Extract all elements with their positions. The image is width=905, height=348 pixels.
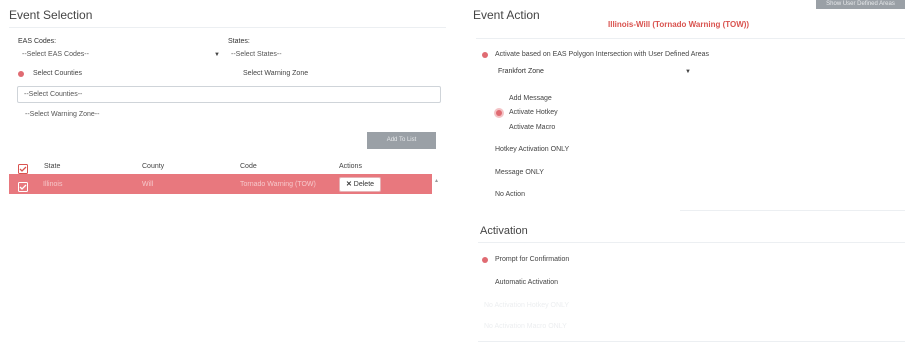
row-checkbox[interactable] bbox=[18, 179, 28, 197]
radio-add-message-label: Add Message bbox=[509, 95, 552, 102]
section-divider bbox=[478, 242, 905, 243]
radio-off-icon bbox=[231, 71, 237, 77]
radio-message-only[interactable]: Message ONLY bbox=[495, 169, 544, 176]
alert-title: Illinois-Will (Tornado Warning (TOW)) bbox=[608, 20, 750, 29]
states-label: States: bbox=[228, 38, 250, 45]
row-state: Illinois bbox=[43, 181, 63, 188]
add-to-list-button[interactable]: Add To List bbox=[367, 132, 436, 149]
radio-polygon-intersection-label: Activate based on EAS Polygon Intersecti… bbox=[495, 51, 710, 58]
eas-codes-label: EAS Codes: bbox=[18, 38, 57, 45]
checkbox-checked-icon bbox=[18, 182, 28, 192]
section-divider bbox=[9, 27, 446, 28]
section-divider bbox=[478, 341, 905, 342]
section-divider bbox=[476, 38, 905, 39]
delete-button[interactable]: ✕ Delete bbox=[339, 177, 381, 192]
zone-select[interactable]: Frankfort Zone ▼ bbox=[498, 68, 693, 78]
radio-no-action[interactable]: No Action bbox=[495, 191, 525, 198]
event-selection-title: Event Selection bbox=[9, 8, 93, 22]
counties-select[interactable]: --Select Counties-- bbox=[17, 86, 441, 103]
table-header-actions: Actions bbox=[339, 163, 362, 170]
states-select[interactable]: --Select States-- bbox=[231, 51, 431, 61]
radio-on-icon bbox=[482, 257, 488, 263]
delete-button-label: Delete bbox=[353, 181, 375, 188]
close-icon: ✕ bbox=[345, 181, 352, 188]
activation-title: Activation bbox=[480, 225, 528, 237]
radio-on-icon bbox=[18, 71, 24, 77]
states-select-value: --Select States-- bbox=[231, 51, 282, 58]
scroll-indicator-icon: ▴ bbox=[435, 178, 439, 184]
table-header-state: State bbox=[44, 163, 61, 170]
radio-select-counties-label: Select Counties bbox=[33, 70, 83, 77]
warning-zone-select[interactable]: --Select Warning Zone-- bbox=[25, 111, 99, 118]
radio-select-warning-zone-label: Select Warning Zone bbox=[243, 70, 309, 77]
zone-select-value: Frankfort Zone bbox=[498, 68, 544, 75]
row-code: Tornado Warning (TOW) bbox=[240, 181, 316, 188]
show-user-defined-areas-button[interactable]: Show User Defined Areas bbox=[816, 0, 905, 9]
row-county: Will bbox=[142, 181, 154, 188]
event-action-title: Event Action bbox=[473, 8, 540, 22]
radio-on-icon bbox=[482, 52, 488, 58]
radio-hotkey-only[interactable]: Hotkey Activation ONLY bbox=[495, 146, 569, 153]
eas-codes-select[interactable]: --Select EAS Codes-- ▼ bbox=[22, 51, 222, 61]
checkbox-checked-icon bbox=[18, 164, 28, 174]
counties-select-value: --Select Counties-- bbox=[24, 91, 83, 98]
chevron-down-icon: ▼ bbox=[214, 52, 220, 58]
faint-option-1: No Activation Hotkey ONLY bbox=[484, 302, 570, 309]
table-header-county: County bbox=[142, 163, 165, 170]
faint-option-2: No Activation Macro ONLY bbox=[484, 323, 567, 330]
table-header-code: Code bbox=[240, 163, 257, 170]
radio-on-icon bbox=[496, 110, 502, 116]
radio-automatic-activation[interactable]: Automatic Activation bbox=[495, 279, 558, 286]
radio-prompt-confirmation-label: Prompt for Confirmation bbox=[495, 256, 570, 263]
eas-codes-select-value: --Select EAS Codes-- bbox=[22, 51, 89, 58]
radio-activate-hotkey-label: Activate Hotkey bbox=[509, 109, 558, 116]
section-divider bbox=[680, 210, 905, 211]
radio-activate-macro-label: Activate Macro bbox=[509, 124, 556, 131]
chevron-down-icon: ▼ bbox=[685, 69, 691, 75]
table-row[interactable]: Illinois Will Tornado Warning (TOW) ✕ De… bbox=[9, 174, 432, 194]
